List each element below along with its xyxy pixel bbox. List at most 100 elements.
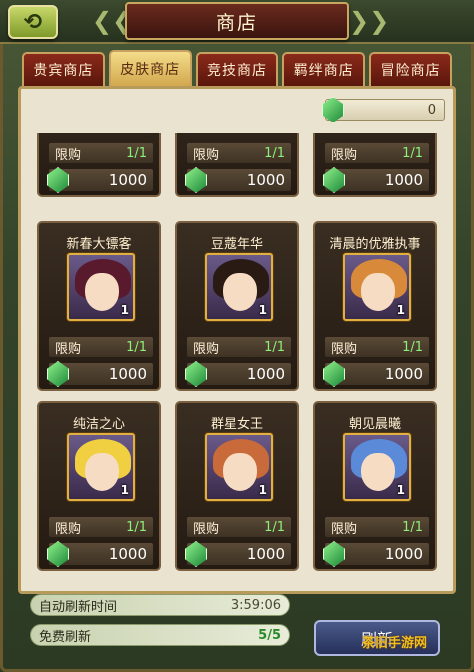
gem-icon bbox=[185, 361, 207, 387]
item-name: 豆蔻年华 bbox=[210, 237, 263, 252]
free-refresh-label: 免费刷新 bbox=[39, 629, 92, 645]
free-refresh-row: 免费刷新 5/5 bbox=[30, 624, 290, 646]
price-value: 1000 bbox=[384, 545, 423, 563]
skin-portrait-icon[interactable]: 1 bbox=[343, 253, 411, 321]
price-value: 1000 bbox=[246, 171, 285, 189]
gem-icon bbox=[323, 541, 345, 567]
price-value: 1000 bbox=[108, 171, 147, 189]
limit-label: 限购 bbox=[193, 147, 220, 163]
price-button[interactable]: 1000 bbox=[47, 541, 153, 567]
limit-label: 限购 bbox=[193, 521, 220, 537]
item-count: 1 bbox=[120, 483, 129, 497]
purchase-limit-row: 限购 1/1 bbox=[187, 517, 291, 537]
skin-portrait-icon[interactable]: 1 bbox=[205, 433, 273, 501]
gem-icon bbox=[47, 167, 69, 193]
tab-arena-shop[interactable]: 竞技商店 bbox=[195, 52, 279, 86]
shop-panel: 0 限购 1/1 1000 限购 1/1 1000 限购 1/1 1000 新春大镖客 1 限购 1/1… bbox=[18, 86, 456, 594]
item-count: 1 bbox=[396, 303, 405, 317]
price-value: 1000 bbox=[108, 545, 147, 563]
title-decoration-left-icon: ❮❮ bbox=[92, 7, 133, 35]
skin-portrait-icon[interactable]: 1 bbox=[67, 253, 135, 321]
currency-display: 0 bbox=[322, 97, 445, 123]
item-name: 新春大镖客 bbox=[66, 237, 132, 252]
page-title: 商店 bbox=[125, 2, 349, 40]
limit-value: 1/1 bbox=[402, 145, 423, 161]
auto-refresh-row: 自动刷新时间 3:59:06 bbox=[30, 594, 290, 616]
gem-icon bbox=[323, 361, 345, 387]
back-button[interactable]: ⟲ bbox=[8, 5, 58, 39]
shop-item-card[interactable]: 朝见晨曦 1 限购 1/1 1000 bbox=[313, 401, 437, 571]
purchase-limit-row: 限购 1/1 bbox=[49, 337, 153, 357]
gem-icon bbox=[47, 541, 69, 567]
tab-adventure-shop[interactable]: 冒险商店 bbox=[369, 52, 452, 86]
limit-label: 限购 bbox=[55, 341, 82, 357]
purchase-limit-row: 限购 1/1 bbox=[49, 143, 153, 163]
limit-value: 1/1 bbox=[402, 339, 423, 355]
shop-item-card[interactable]: 新春大镖客 1 限购 1/1 1000 bbox=[37, 221, 161, 391]
shop-item-card[interactable]: 限购 1/1 1000 bbox=[313, 133, 437, 197]
limit-value: 1/1 bbox=[264, 339, 285, 355]
limit-value: 1/1 bbox=[264, 145, 285, 161]
shop-item-card[interactable]: 群星女王 1 限购 1/1 1000 bbox=[175, 401, 299, 571]
shop-item-card[interactable]: 豆蔻年华 1 限购 1/1 1000 bbox=[175, 221, 299, 391]
item-count: 1 bbox=[120, 303, 129, 317]
purchase-limit-row: 限购 1/1 bbox=[187, 143, 291, 163]
item-count: 1 bbox=[258, 303, 267, 317]
price-button[interactable]: 1000 bbox=[185, 167, 291, 193]
gem-icon bbox=[323, 167, 345, 193]
tab-bond-shop[interactable]: 羁绊商店 bbox=[282, 52, 366, 86]
free-refresh-count: 5/5 bbox=[258, 627, 281, 643]
limit-value: 1/1 bbox=[126, 339, 147, 355]
watermark-logo: 茶旧手游网 bbox=[362, 636, 428, 651]
skin-portrait-icon[interactable]: 1 bbox=[67, 433, 135, 501]
price-button[interactable]: 1000 bbox=[323, 361, 429, 387]
item-name: 纯洁之心 bbox=[72, 417, 125, 432]
purchase-limit-row: 限购 1/1 bbox=[49, 517, 153, 537]
price-button[interactable]: 1000 bbox=[47, 361, 153, 387]
price-button[interactable]: 1000 bbox=[323, 541, 429, 567]
item-count: 1 bbox=[258, 483, 267, 497]
price-value: 1000 bbox=[384, 171, 423, 189]
price-value: 1000 bbox=[246, 365, 285, 383]
tab-skin-shop[interactable]: 皮肤商店 bbox=[108, 50, 192, 86]
price-value: 1000 bbox=[246, 545, 285, 563]
price-button[interactable]: 1000 bbox=[185, 361, 291, 387]
shop-tabs: 贵宾商店 皮肤商店 竞技商店 羁绊商店 冒险商店 bbox=[22, 50, 452, 86]
price-value: 1000 bbox=[108, 365, 147, 383]
limit-label: 限购 bbox=[55, 521, 82, 537]
price-button[interactable]: 1000 bbox=[185, 541, 291, 567]
gem-icon bbox=[185, 167, 207, 193]
limit-label: 限购 bbox=[193, 341, 220, 357]
shop-item-card[interactable]: 限购 1/1 1000 bbox=[175, 133, 299, 197]
currency-amount: 0 bbox=[427, 102, 436, 118]
price-value: 1000 bbox=[384, 365, 423, 383]
item-count: 1 bbox=[396, 483, 405, 497]
auto-refresh-timer: 3:59:06 bbox=[230, 597, 281, 613]
price-button[interactable]: 1000 bbox=[323, 167, 429, 193]
gem-icon bbox=[322, 97, 344, 123]
title-decoration-right-icon: ❯❯ bbox=[349, 7, 390, 35]
shop-item-card[interactable]: 限购 1/1 1000 bbox=[37, 133, 161, 197]
purchase-limit-row: 限购 1/1 bbox=[187, 337, 291, 357]
auto-refresh-label: 自动刷新时间 bbox=[39, 599, 118, 615]
limit-value: 1/1 bbox=[126, 145, 147, 161]
shop-item-card[interactable]: 纯洁之心 1 限购 1/1 1000 bbox=[37, 401, 161, 571]
skin-portrait-icon[interactable]: 1 bbox=[343, 433, 411, 501]
top-bar: ⟲ ❮❮ 商店 ❯❯ bbox=[0, 0, 474, 44]
gem-icon bbox=[185, 541, 207, 567]
purchase-limit-row: 限购 1/1 bbox=[325, 337, 429, 357]
purchase-limit-row: 限购 1/1 bbox=[325, 517, 429, 537]
gem-icon bbox=[47, 361, 69, 387]
limit-label: 限购 bbox=[331, 521, 358, 537]
tab-vip-shop[interactable]: 贵宾商店 bbox=[22, 52, 105, 86]
price-button[interactable]: 1000 bbox=[47, 167, 153, 193]
shop-item-card[interactable]: 清晨的优雅执事 1 限购 1/1 1000 bbox=[313, 221, 437, 391]
back-arrow-icon: ⟲ bbox=[23, 9, 43, 35]
skin-portrait-icon[interactable]: 1 bbox=[205, 253, 273, 321]
purchase-limit-row: 限购 1/1 bbox=[325, 143, 429, 163]
item-grid: 限购 1/1 1000 限购 1/1 1000 限购 1/1 1000 新春大镖客 1 限购 1/1 10… bbox=[27, 133, 447, 585]
limit-label: 限购 bbox=[331, 341, 358, 357]
item-name: 清晨的优雅执事 bbox=[329, 237, 421, 252]
limit-value: 1/1 bbox=[126, 519, 147, 535]
item-name: 群星女王 bbox=[210, 417, 263, 432]
